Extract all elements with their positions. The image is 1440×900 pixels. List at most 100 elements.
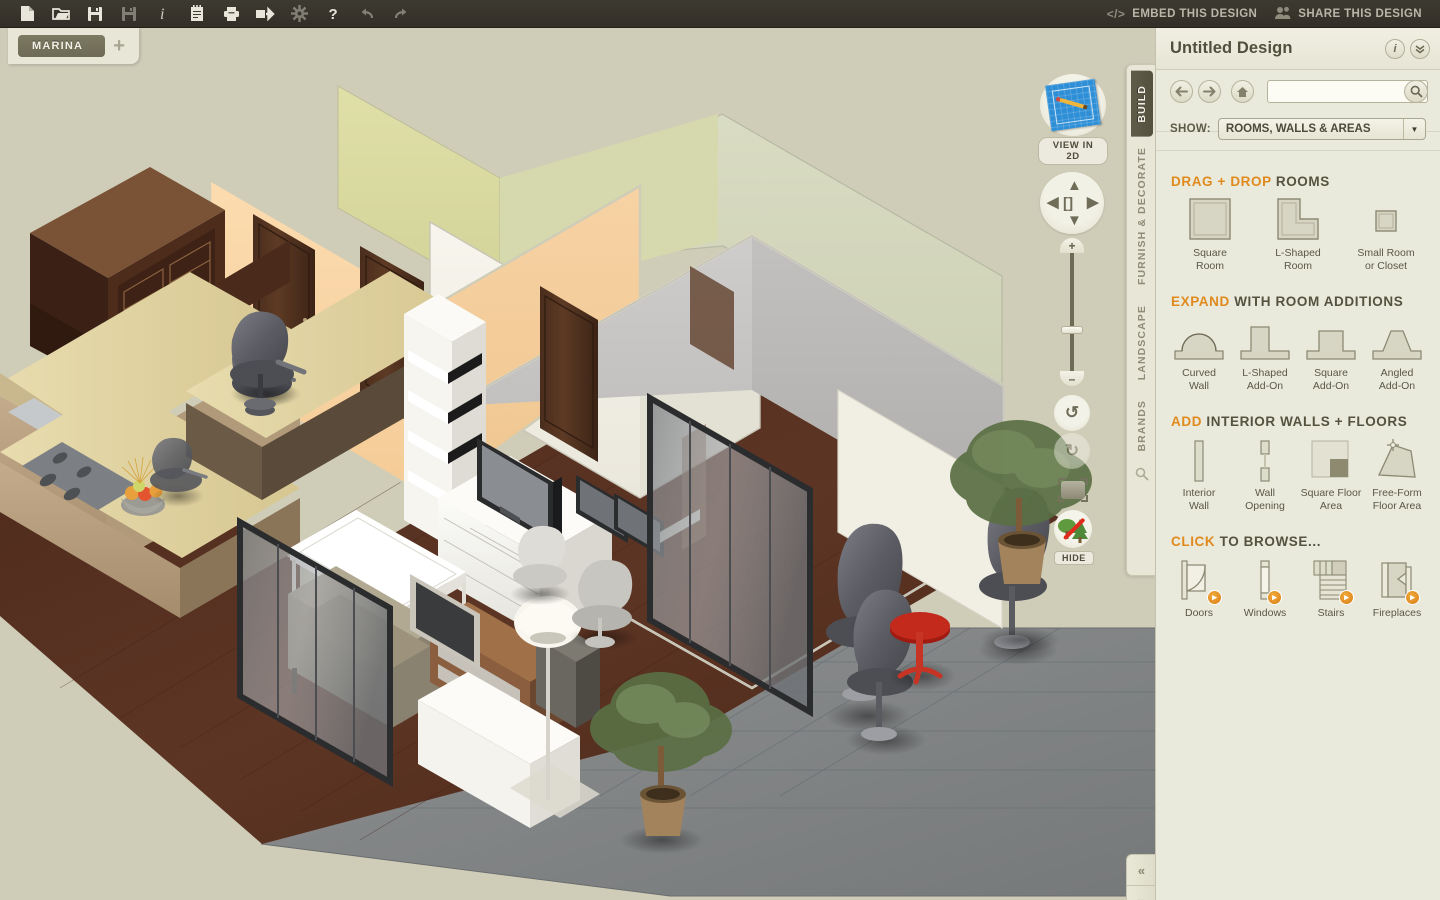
search-icon[interactable] (1135, 467, 1149, 486)
section-title-highlight: ADD (1171, 414, 1203, 429)
show-filter-row: SHOW: ROOMS, WALLS & AREAS ▼ (1170, 118, 1426, 140)
zoom-out-button[interactable]: – (1060, 371, 1084, 386)
svg-text:?: ? (328, 6, 337, 23)
open-folder-icon[interactable] (44, 1, 78, 27)
chevron-down-icon[interactable]: ▼ (1403, 119, 1425, 139)
pan-center-button[interactable]: [ ] (1063, 196, 1073, 211)
item-windows[interactable]: ▸ Windows (1232, 557, 1298, 620)
help-icon[interactable]: ? (316, 1, 350, 27)
section-title-highlight: DRAG + DROP (1171, 174, 1272, 189)
pencil-icon (1055, 96, 1088, 110)
tab-landscape[interactable]: LANDSCAPE (1136, 295, 1148, 390)
l-shaped-room-icon (1274, 197, 1322, 243)
zoom-in-button[interactable]: + (1060, 238, 1084, 253)
notes-icon[interactable] (180, 1, 214, 27)
pan-up-arrow[interactable]: ▲ (1067, 178, 1082, 193)
item-l-shaped-addon[interactable]: L-Shaped Add-On (1232, 317, 1298, 392)
item-label: L-Shaped Room (1275, 247, 1321, 272)
section-title-highlight: CLICK (1171, 534, 1216, 549)
section-title: DRAG + DROP ROOMS (1171, 174, 1430, 189)
search-submit-button[interactable] (1404, 80, 1428, 103)
info-icon[interactable]: i (1385, 38, 1405, 59)
document-tab-marina[interactable]: MARINA (18, 35, 106, 57)
embed-design-button[interactable]: </> EMBED THIS DESIGN (1101, 7, 1264, 21)
snapshot-button[interactable] (1058, 478, 1088, 502)
blueprint-icon (1045, 78, 1101, 132)
new-document-icon[interactable] (10, 1, 44, 27)
zoom-knob[interactable] (1061, 326, 1083, 334)
item-square-room[interactable]: Square Room (1166, 197, 1254, 272)
item-wall-opening[interactable]: Wall Opening (1232, 437, 1298, 512)
tab-furnish-decorate[interactable]: FURNISH & DECORATE (1136, 137, 1148, 295)
share-design-button[interactable]: SHARE THIS DESIGN (1269, 6, 1428, 22)
section-title-highlight: EXPAND (1171, 294, 1230, 309)
search-field-wrapper[interactable] (1267, 80, 1428, 103)
stairs-icon: ▸ (1310, 557, 1354, 605)
redo-icon[interactable] (384, 1, 418, 27)
undo-icon[interactable] (350, 1, 384, 27)
item-square-addon[interactable]: Square Add-On (1298, 317, 1364, 392)
collapse-right-button[interactable]: » (1126, 886, 1155, 900)
item-fireplaces[interactable]: ▸ Fireplaces (1364, 557, 1430, 620)
print-icon[interactable] (214, 1, 248, 27)
nav-back-button[interactable] (1170, 80, 1193, 103)
item-label: Angled Add-On (1378, 367, 1416, 392)
browse-badge-icon: ▸ (1207, 590, 1222, 605)
square-addon-icon (1303, 317, 1359, 363)
hide-label[interactable]: HIDE (1054, 551, 1094, 565)
item-label: Square Room (1193, 247, 1227, 272)
item-curved-wall[interactable]: Curved Wall (1166, 317, 1232, 392)
item-label: Square Add-On (1312, 367, 1350, 392)
save-as-icon[interactable] (112, 1, 146, 27)
zoom-slider[interactable]: + – (1060, 238, 1084, 386)
nav-forward-button[interactable] (1198, 80, 1221, 103)
small-room-icon (1362, 197, 1410, 243)
item-stairs[interactable]: ▸ Stairs (1298, 557, 1364, 620)
l-shaped-addon-icon (1237, 317, 1293, 363)
item-label: Doors (1184, 607, 1213, 619)
rotate-right-button[interactable]: ↻ (1054, 433, 1090, 469)
embed-design-label: EMBED THIS DESIGN (1132, 7, 1258, 20)
design-canvas-3d[interactable]: VIEW IN 2D ▲ ▼ ◀ ▶ [ ] + – ↺ ↻ HIDE « (0, 28, 1155, 900)
angled-addon-icon (1369, 317, 1425, 363)
item-small-room[interactable]: Small Room or Closet (1342, 197, 1430, 272)
item-label: Wall Opening (1245, 487, 1285, 512)
item-free-form-floor-area[interactable]: Free-Form Floor Area (1364, 437, 1430, 512)
tree-hide-icon[interactable] (1054, 510, 1092, 548)
pan-left-arrow[interactable]: ◀ (1047, 195, 1059, 210)
view-in-2d-label[interactable]: VIEW IN 2D (1038, 137, 1108, 165)
show-select[interactable]: ROOMS, WALLS & AREAS ▼ (1217, 118, 1426, 140)
nav-home-button[interactable] (1231, 80, 1254, 103)
pan-right-arrow[interactable]: ▶ (1087, 195, 1099, 210)
tab-group: MARINA + (8, 28, 139, 64)
pan-down-arrow[interactable]: ▼ (1067, 213, 1082, 228)
pan-dpad[interactable]: ▲ ▼ ◀ ▶ [ ] (1040, 172, 1104, 234)
item-label: Stairs (1317, 607, 1345, 619)
tab-brands[interactable]: BRANDS (1136, 390, 1148, 462)
chevron-down-icon[interactable] (1410, 38, 1430, 59)
save-icon[interactable] (78, 1, 112, 27)
item-doors[interactable]: ▸ Doors (1166, 557, 1232, 620)
item-interior-wall[interactable]: Interior Wall (1166, 437, 1232, 512)
top-toolbar: i ? </> EMBED THIS DESIGN SHARE THIS DES… (0, 0, 1440, 28)
collapse-left-button[interactable]: « (1126, 854, 1155, 886)
settings-gear-icon[interactable] (282, 1, 316, 27)
section-title: ADD INTERIOR WALLS + FLOORS (1171, 414, 1430, 429)
zoom-track[interactable] (1070, 248, 1074, 378)
curved-wall-icon (1171, 317, 1227, 363)
rotate-left-button[interactable]: ↺ (1054, 395, 1090, 431)
fireplaces-icon: ▸ (1376, 557, 1420, 605)
item-l-shaped-room[interactable]: L-Shaped Room (1254, 197, 1342, 272)
interior-wall-icon (1184, 437, 1214, 483)
section-items: Square Room L-Shaped Room Small Room or Clo… (1166, 197, 1430, 272)
view-in-2d-control[interactable]: VIEW IN 2D (1038, 74, 1108, 165)
hide-landscape-toggle[interactable]: HIDE (1054, 510, 1094, 566)
info-icon[interactable]: i (146, 1, 180, 27)
item-angled-addon[interactable]: Angled Add-On (1364, 317, 1430, 392)
add-tab-button[interactable]: + (113, 36, 125, 56)
item-square-floor-area[interactable]: Square Floor Area (1298, 437, 1364, 512)
tab-build[interactable]: BUILD (1130, 71, 1153, 137)
export-icon[interactable] (248, 1, 282, 27)
blueprint-thumbnail[interactable] (1040, 74, 1106, 136)
panel-divider (1156, 150, 1440, 151)
